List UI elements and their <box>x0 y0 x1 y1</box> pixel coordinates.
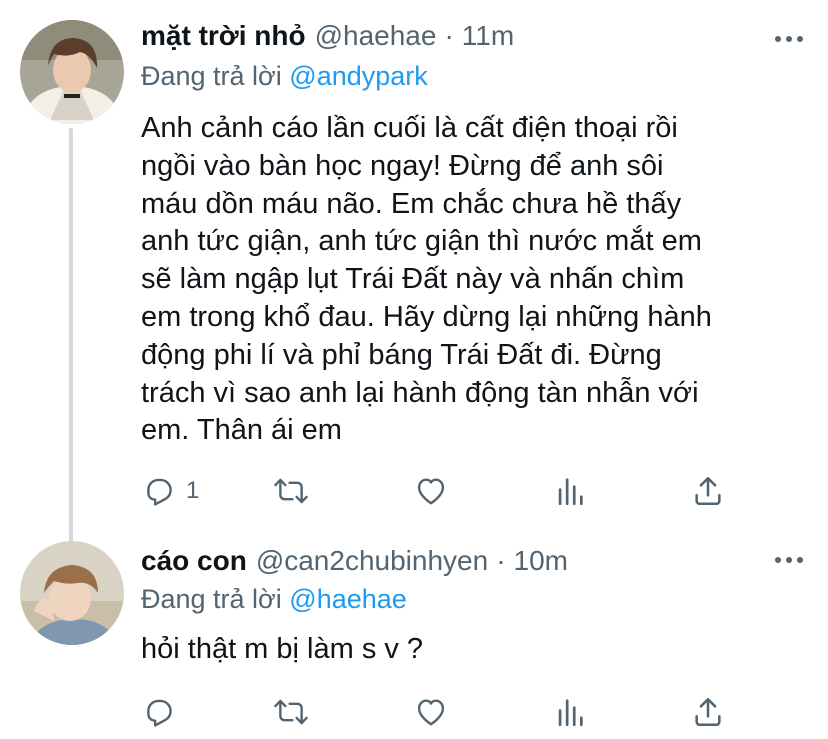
share-button[interactable] <box>691 689 725 735</box>
reply-button[interactable] <box>142 689 186 735</box>
more-button[interactable] <box>774 24 804 54</box>
avatar-photo <box>20 541 124 645</box>
reply-icon <box>147 699 172 727</box>
thread-line <box>69 128 73 544</box>
avatar[interactable] <box>20 541 124 645</box>
display-name[interactable]: mặt trời nhỏ <box>141 20 306 52</box>
replying-mention[interactable]: @haehae <box>289 584 407 614</box>
share-button[interactable] <box>691 468 725 514</box>
replying-mention[interactable]: @andypark <box>289 61 427 91</box>
tweet-text: hỏi thật m bị làm s v ? <box>141 633 424 665</box>
reply-button[interactable]: 1 <box>142 468 199 514</box>
share-icon <box>695 476 721 506</box>
retweet-button[interactable] <box>274 689 308 735</box>
replying-prefix: Đang trả lời <box>141 61 282 91</box>
separator: · <box>496 545 506 576</box>
handle[interactable]: @haehae <box>315 20 437 52</box>
stats-icon <box>558 699 583 727</box>
stats-button[interactable] <box>553 689 587 735</box>
like-button[interactable] <box>414 689 448 735</box>
handle[interactable]: @can2chubinhyen <box>256 545 488 577</box>
stats-button[interactable] <box>553 468 587 514</box>
display-name[interactable]: cáo con <box>141 545 247 577</box>
tweet-actions: 1 <box>128 468 748 514</box>
tweet-header: mặt trời nhỏ @haehae · 11m <box>141 20 768 60</box>
avatar[interactable] <box>20 20 124 124</box>
reply-icon <box>147 478 172 506</box>
timestamp[interactable]: 10m <box>514 545 568 577</box>
tweet-header: cáo con @can2chubinhyen · 10m <box>141 545 768 585</box>
tweet-2[interactable]: cáo con @can2chubinhyen · 10m Đang trả l… <box>0 525 828 739</box>
retweet-button[interactable] <box>274 468 308 514</box>
like-icon <box>417 699 445 726</box>
retweet-icon <box>274 699 308 725</box>
timestamp[interactable]: 11m <box>462 20 514 52</box>
more-button[interactable] <box>774 545 804 575</box>
stats-icon <box>558 478 583 506</box>
more-icon <box>775 557 803 563</box>
reply-count: 1 <box>186 477 200 504</box>
replying-to: Đang trả lời @haehae <box>141 584 407 620</box>
avatar-photo <box>20 20 124 124</box>
tweet-text: Anh cảnh cáo lần cuối là cất điện thoại … <box>141 112 712 447</box>
like-button[interactable] <box>414 468 448 514</box>
like-icon <box>417 478 445 505</box>
separator: · <box>444 20 454 51</box>
retweet-icon <box>274 478 308 504</box>
replying-prefix: Đang trả lời <box>141 584 282 614</box>
share-icon <box>695 697 721 727</box>
tweet-1[interactable]: mặt trời nhỏ @haehae · 11m Đang trả lời … <box>0 0 828 544</box>
replying-to: Đang trả lời @andypark <box>141 61 428 97</box>
more-icon <box>775 36 803 42</box>
tweet-actions <box>128 689 748 735</box>
